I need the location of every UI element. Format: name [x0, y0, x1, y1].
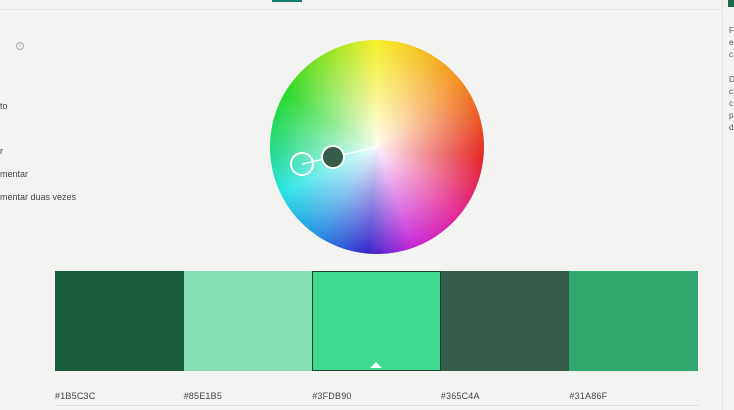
swatch-hex-label[interactable]: #3FDB90	[312, 391, 441, 401]
swatch-4[interactable]	[440, 271, 570, 371]
swatch-2[interactable]	[183, 271, 313, 371]
swatch-3[interactable]	[312, 271, 441, 371]
wheel-handles	[290, 145, 378, 176]
right-text-line: e	[729, 38, 734, 47]
swatch-hex-label[interactable]: #1B5C3C	[55, 391, 184, 401]
caret-up-icon	[370, 362, 383, 368]
right-text-line: p	[729, 111, 734, 120]
info-icon[interactable]: i	[16, 42, 24, 50]
top-divider	[0, 9, 722, 10]
right-text-line: D	[729, 75, 734, 84]
swatch-1[interactable]	[55, 271, 184, 371]
swatch-hex-label[interactable]: #31A86F	[569, 391, 698, 401]
palette-hex-labels: #1B5C3C #85E1B5 #3FDB90 #365C4A #31A86F	[55, 391, 698, 401]
palette-swatches	[55, 271, 698, 371]
right-panel-divider	[722, 0, 723, 410]
color-wheel[interactable]	[270, 40, 484, 254]
swatch-5[interactable]	[569, 271, 698, 371]
option-item-1[interactable]: to	[0, 101, 8, 111]
right-text-line: c	[729, 87, 733, 96]
right-text-line: c	[729, 99, 733, 108]
swatch-hex-label[interactable]: #85E1B5	[184, 391, 313, 401]
corner-badge	[728, 0, 734, 7]
option-item-4[interactable]: mentar duas vezes	[0, 192, 76, 202]
right-text-line: c	[729, 50, 733, 59]
option-item-2[interactable]: r	[0, 146, 3, 156]
right-text-line: F	[729, 26, 734, 35]
swatch-hex-label[interactable]: #365C4A	[441, 391, 570, 401]
bottom-divider	[55, 405, 698, 406]
active-tab-indicator	[272, 0, 302, 2]
option-item-3[interactable]: mentar	[0, 169, 28, 179]
right-text-line: d	[729, 123, 734, 132]
wheel-handle-primary[interactable]	[321, 145, 345, 169]
